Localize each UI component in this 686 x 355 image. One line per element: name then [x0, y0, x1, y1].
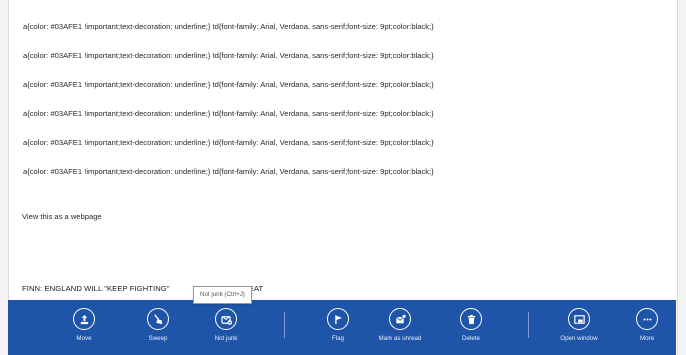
mark-as-unread-button[interactable]: Mark as unread	[368, 308, 432, 342]
mark-as-unread-label: Mark as unread	[378, 335, 422, 342]
flag-button[interactable]: Flag	[306, 308, 370, 342]
body-text-line: a{color: #03AFE1 !important;text-decorat…	[23, 80, 434, 89]
move-button[interactable]: Move	[52, 308, 116, 342]
not-junk-label: Not junk	[214, 335, 238, 342]
sweep-label: Sweep	[148, 335, 168, 342]
sweep-button[interactable]: Sweep	[126, 308, 190, 342]
move-label: Move	[76, 335, 92, 342]
headline-start: FINN: ENGLAND WILL "KEEP FIGHTING"	[22, 284, 170, 293]
not-junk-icon	[215, 308, 237, 330]
delete-label: Delete	[462, 335, 480, 342]
flag-icon	[327, 308, 349, 330]
open-window-icon	[568, 308, 590, 330]
message-body: a{color: #03AFE1 !important;text-decorat…	[23, 22, 663, 196]
body-text-line: a{color: #03AFE1 !important;text-decorat…	[23, 22, 434, 31]
delete-icon	[460, 308, 482, 330]
message-headline[interactable]: FINN: ENGLAND WILL "KEEP FIGHTING" FEAT	[22, 284, 263, 293]
more-label: More	[639, 335, 655, 342]
more-button[interactable]: More	[615, 308, 679, 342]
view-as-webpage-link[interactable]: View this as a webpage	[22, 212, 102, 221]
mark-unread-icon	[389, 308, 411, 330]
command-separator	[528, 312, 529, 338]
app-command-bar: Move Sweep Not junk Flag Mark as unread …	[8, 300, 676, 355]
body-text-line: a{color: #03AFE1 !important;text-decorat…	[23, 138, 434, 147]
body-text-line: a{color: #03AFE1 !important;text-decorat…	[23, 109, 434, 118]
sweep-icon	[147, 308, 169, 330]
body-text-line: a{color: #03AFE1 !important;text-decorat…	[23, 167, 434, 176]
move-icon	[73, 308, 95, 330]
not-junk-tooltip: Not junk (Ctrl+J)	[193, 286, 252, 304]
delete-button[interactable]: Delete	[439, 308, 503, 342]
body-text-line: a{color: #03AFE1 !important;text-decorat…	[23, 51, 434, 60]
command-separator	[284, 312, 285, 338]
open-window-button[interactable]: Open window	[547, 308, 611, 342]
flag-label: Flag	[331, 335, 345, 342]
not-junk-button[interactable]: Not junk	[194, 308, 258, 342]
open-window-label: Open window	[560, 335, 598, 342]
more-icon	[636, 308, 658, 330]
